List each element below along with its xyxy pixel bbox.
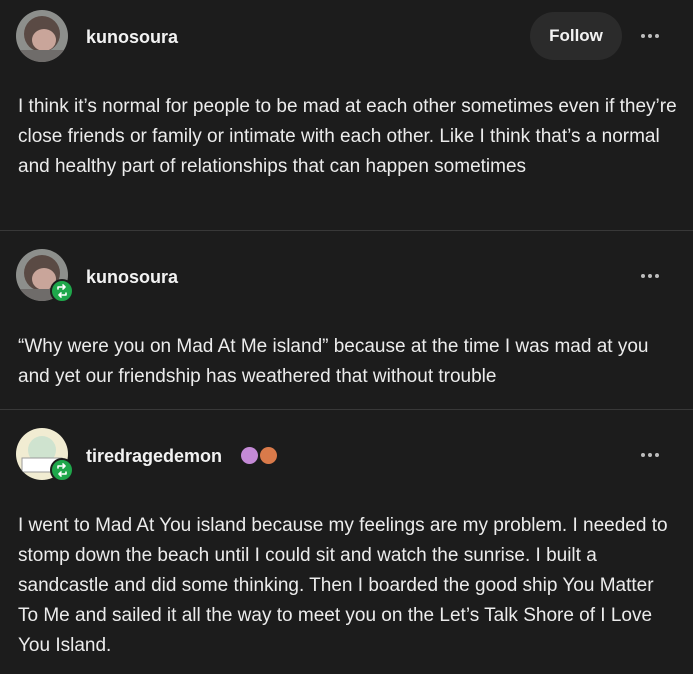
follow-button[interactable]: Follow bbox=[530, 12, 622, 60]
post-text: I went to Mad At You island because my f… bbox=[18, 515, 668, 656]
username[interactable]: kunosoura bbox=[86, 27, 178, 48]
reblog-icon bbox=[50, 458, 74, 482]
username[interactable]: tiredragedemon bbox=[86, 446, 222, 467]
avatar-kunosoura[interactable] bbox=[16, 10, 68, 62]
post-3: tiredragedemon I went to Mad At You isla… bbox=[0, 410, 693, 674]
post-1: kunosoura Follow I think it’s normal for… bbox=[0, 0, 693, 230]
purple-flower-badge-icon[interactable] bbox=[241, 447, 258, 464]
more-options-icon[interactable] bbox=[635, 266, 665, 286]
post-text: I think it’s normal for people to be mad… bbox=[18, 96, 677, 177]
more-options-icon[interactable] bbox=[635, 26, 665, 46]
reblog-icon bbox=[50, 279, 74, 303]
post-text: “Why were you on Mad At Me island” becau… bbox=[18, 336, 649, 387]
post-2: kunosoura “Why were you on Mad At Me isl… bbox=[0, 231, 693, 409]
orange-paw-badge-icon[interactable] bbox=[260, 447, 277, 464]
more-options-icon[interactable] bbox=[635, 445, 665, 465]
username[interactable]: kunosoura bbox=[86, 267, 178, 288]
user-badges bbox=[241, 447, 277, 464]
